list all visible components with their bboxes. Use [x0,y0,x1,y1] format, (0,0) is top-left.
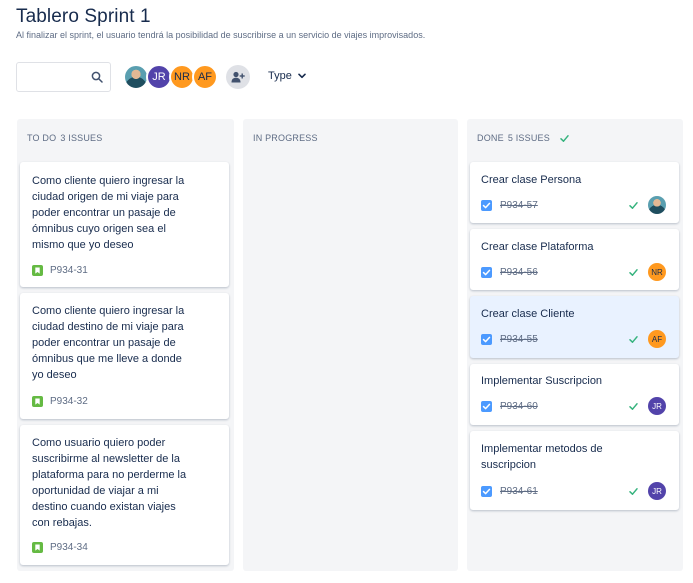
avatar-af[interactable]: AF [192,64,218,90]
issue-card[interactable]: Crear clase Cliente P934-55 AF [470,296,679,358]
avatar-group: JR NR AF [123,64,218,90]
done-checkbox-icon [481,334,492,345]
card-title-line: oportunidad de viajar a mi [32,485,159,497]
card-title-line: poder encontrar un pasaje de [32,337,176,349]
done-checkbox-icon [481,401,492,412]
column-header-todo: TO DO 3 ISSUES [27,133,102,143]
card-title-line: ciudad destino de mi viaje para [32,321,184,333]
search-icon [91,71,103,83]
page-title: Tablero Sprint 1 [16,6,151,27]
card-title: Crear clase Cliente [481,308,575,320]
issue-key[interactable]: P934-34 [50,542,88,553]
column-name: TO DO [27,133,57,143]
chevron-down-icon [298,73,306,79]
check-icon [629,269,638,276]
assignee-avatar[interactable] [648,196,666,214]
card-title-line: poder encontrar un pasaje de [32,207,176,219]
assignee-avatar[interactable]: AF [648,330,666,348]
story-icon [32,542,43,553]
card-title-line: ómnibus cuyo origen sea el [32,223,166,235]
done-checkbox-icon [481,267,492,278]
issue-key[interactable]: P934-60 [500,401,538,412]
card-title-line: yo deseo [32,369,77,381]
issue-card[interactable]: Implementar metodos de suscripcion P934-… [470,431,679,510]
check-icon [560,134,569,142]
card-title-line: plataforma para no perderme la [32,469,187,481]
card-title: Implementar Suscripcion [481,375,603,387]
add-person-icon [231,71,245,83]
done-checkbox-icon [481,200,492,211]
story-icon [32,265,43,276]
page-subtitle: Al finalizar el sprint, el usuario tendr… [16,30,426,40]
card-title: Crear clase Plataforma [481,241,594,253]
issue-key[interactable]: P934-56 [500,267,538,278]
card-title-line: Como usuario quiero poder [32,437,166,449]
column-name: DONE [477,133,504,143]
card-title-line: con rebajas. [32,517,92,529]
column-done: DONE 5 ISSUES Crear clase Persona P934-5… [467,119,683,571]
add-people-button[interactable] [226,65,250,89]
issue-card[interactable]: Como cliente quiero ingresar la ciudad o… [20,162,229,287]
column-header-done: DONE 5 ISSUES [477,133,569,143]
card-title-line: suscripcion [481,459,537,471]
check-icon [629,202,638,209]
card-title-line: Implementar metodos de [481,443,603,455]
check-icon [629,403,638,410]
assignee-avatar[interactable]: JR [648,397,666,415]
search-box[interactable] [16,62,111,92]
issue-card[interactable]: Crear clase Persona P934-57 [470,162,679,223]
column-count: 5 ISSUES [507,133,550,143]
check-icon [629,336,638,343]
assignee-avatar[interactable]: NR [648,263,666,281]
done-checkbox-icon [481,486,492,497]
column-todo: TO DO 3 ISSUES Como cliente quiero ingre… [17,119,234,571]
issue-key[interactable]: P934-57 [500,200,538,211]
card-title: Crear clase Persona [481,174,582,186]
issue-key[interactable]: P934-32 [50,396,88,407]
issue-card[interactable]: Crear clase Plataforma P934-56 NR [470,229,679,290]
column-in-progress: IN PROGRESS [243,119,458,571]
issue-key[interactable]: P934-61 [500,486,538,497]
type-filter-dropdown[interactable]: Type [268,70,306,82]
card-title-line: Como cliente quiero ingresar la [32,305,185,317]
card-title-line: ciudad origen de mi viaje para [32,191,179,203]
type-filter-label: Type [268,70,292,82]
issue-card[interactable]: Como usuario quiero poder suscribirme al… [20,425,229,565]
check-icon [629,488,638,495]
card-title-line: suscribirme al newsletter de la [32,453,180,465]
issue-card[interactable]: Como cliente quiero ingresar la ciudad d… [20,293,229,419]
column-header-in-progress: IN PROGRESS [253,133,318,143]
issue-key[interactable]: P934-55 [500,334,538,345]
column-name: IN PROGRESS [253,133,318,143]
search-input[interactable] [17,63,87,91]
card-title-line: destino cuando existan viajes [32,501,176,513]
card-title-line: mismo que yo deseo [32,239,134,251]
issue-card[interactable]: Implementar Suscripcion P934-60 JR [470,364,679,425]
card-title-line: ómnibus que me lleve a donde [32,353,182,365]
card-title-line: Como cliente quiero ingresar la [32,175,185,187]
story-icon [32,396,43,407]
assignee-avatar[interactable]: JR [648,482,666,500]
column-count: 3 ISSUES [60,133,103,143]
issue-key[interactable]: P934-31 [50,265,88,276]
